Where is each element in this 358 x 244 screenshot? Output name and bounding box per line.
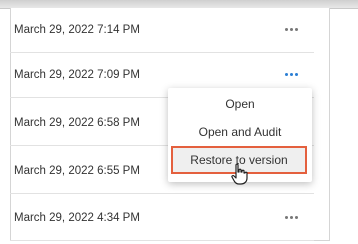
version-row[interactable]: March 29, 2022 4:34 PM bbox=[10, 196, 314, 241]
more-options-icon[interactable] bbox=[280, 21, 302, 37]
menu-item-open-and-audit[interactable]: Open and Audit bbox=[168, 119, 312, 145]
version-date: March 29, 2022 6:58 PM bbox=[14, 117, 140, 129]
version-date: March 29, 2022 7:09 PM bbox=[14, 69, 140, 81]
version-date: March 29, 2022 4:34 PM bbox=[14, 212, 140, 224]
hand-pointer-icon bbox=[231, 163, 248, 185]
menu-item-open[interactable]: Open bbox=[168, 91, 312, 117]
more-options-icon[interactable] bbox=[280, 66, 302, 82]
version-date: March 29, 2022 7:14 PM bbox=[14, 24, 140, 36]
version-row[interactable]: March 29, 2022 7:14 PM bbox=[10, 8, 314, 53]
version-date: March 29, 2022 6:55 PM bbox=[14, 165, 140, 177]
more-options-icon[interactable] bbox=[280, 209, 302, 225]
